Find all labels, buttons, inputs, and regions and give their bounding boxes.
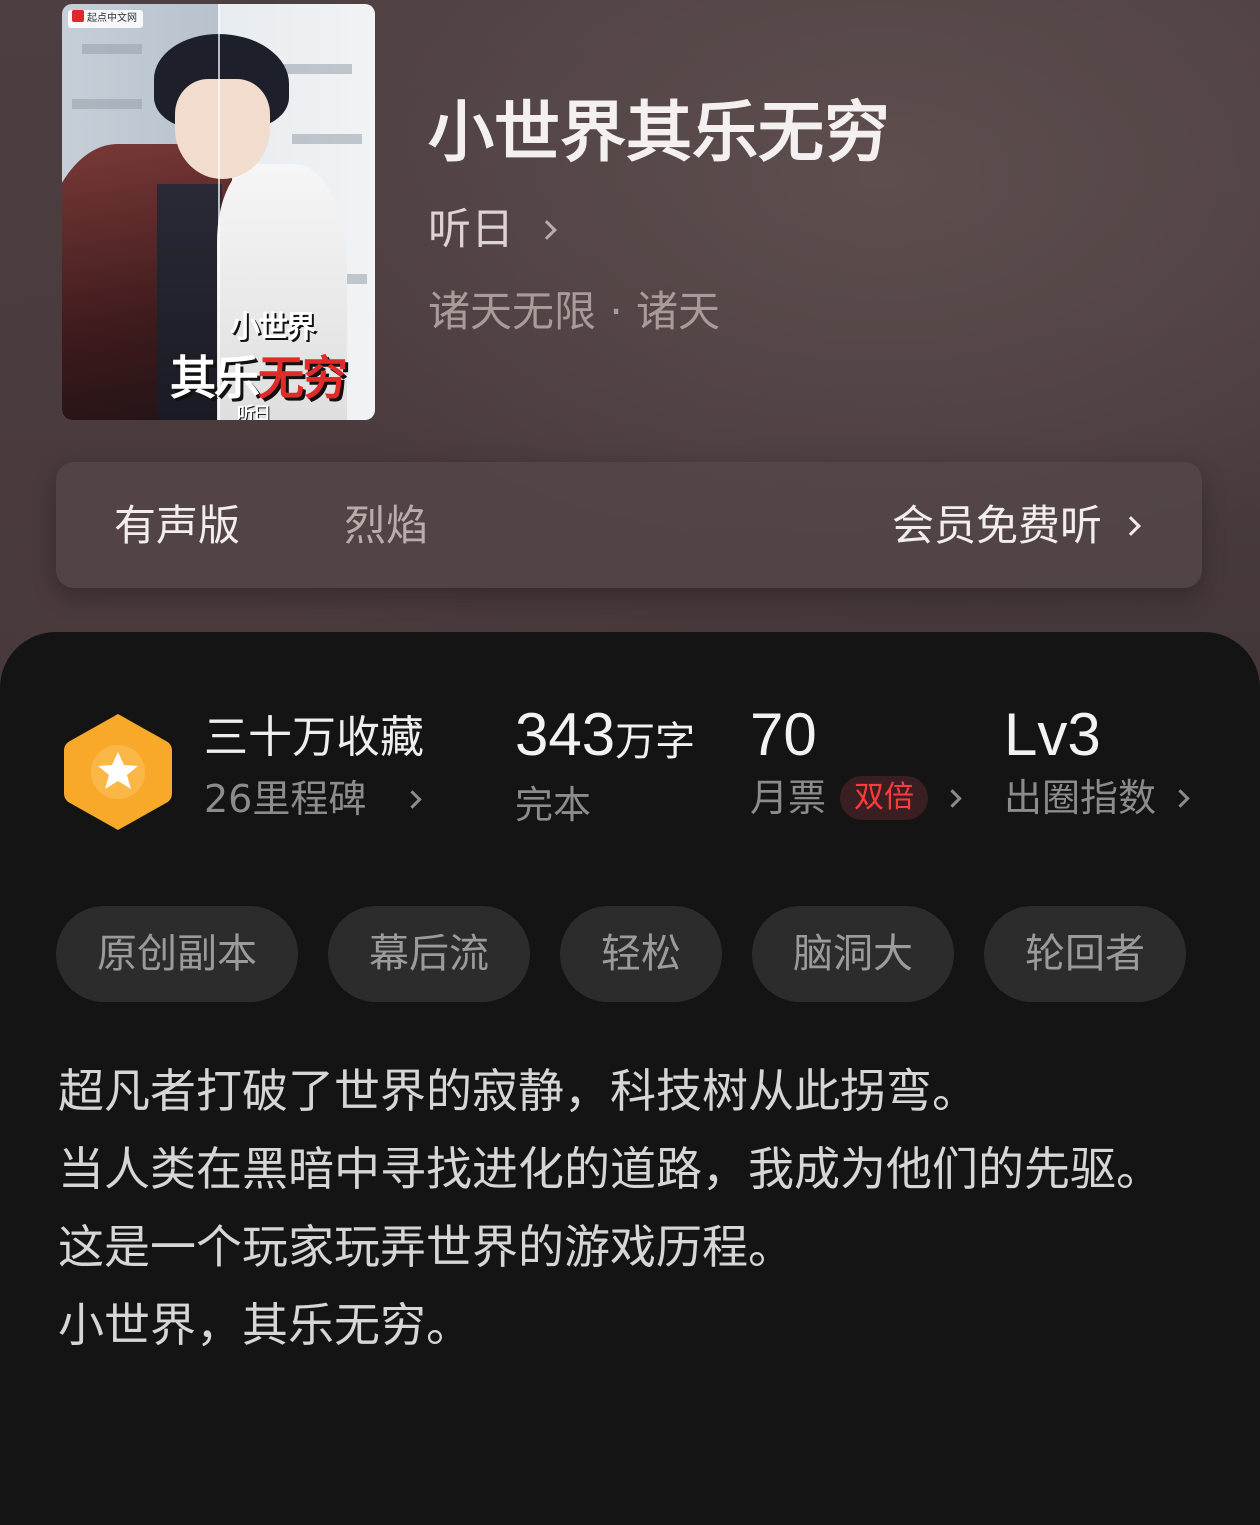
- popularity-index-stat[interactable]: Lv3 出圈指数: [1004, 700, 1190, 826]
- monthly-ticket-label: 月票: [750, 776, 827, 820]
- double-ticket-badge: 双倍: [840, 776, 929, 820]
- synopsis-line: 小世界，其乐无穷。: [58, 1298, 472, 1352]
- member-listen-button[interactable]: 会员免费听: [892, 498, 1141, 554]
- milestone-count: 26里程碑: [204, 777, 367, 821]
- chevron-right-icon: [403, 789, 423, 809]
- popularity-level: Lv3: [1004, 701, 1101, 768]
- popularity-index-label: 出圈指数: [1004, 776, 1157, 820]
- monthly-ticket-value: 70: [750, 701, 817, 768]
- tag-chip[interactable]: 脑洞大: [752, 906, 954, 1002]
- chevron-right-icon: [537, 220, 557, 240]
- chevron-right-icon: [943, 788, 962, 808]
- author-name: 听日: [428, 205, 514, 255]
- synopsis-line: 这是一个玩家玩弄世界的游戏历程。: [58, 1220, 794, 1274]
- completion-status: 完本: [515, 783, 592, 827]
- audiobook-label: 有声版: [114, 501, 241, 550]
- synopsis-line: 超凡者打破了世界的寂静，科技树从此拐弯。: [58, 1064, 978, 1118]
- word-count-value: 343: [515, 701, 616, 768]
- author-link[interactable]: 听日: [428, 200, 557, 260]
- book-genre: 诸天无限 · 诸天: [428, 287, 721, 336]
- collection-count: 三十万收藏: [204, 712, 424, 763]
- collection-milestone[interactable]: 三十万收藏 26里程碑: [204, 705, 424, 827]
- chevron-right-icon: [1121, 516, 1141, 536]
- audiobook-narrator: 烈焰: [344, 501, 429, 550]
- collection-medal-icon: [64, 714, 172, 830]
- book-synopsis[interactable]: 超凡者打破了世界的寂静，科技树从此拐弯。 当人类在黑暗中寻找进化的道路，我成为他…: [58, 1052, 1218, 1364]
- tag-chip[interactable]: 幕后流: [328, 906, 530, 1002]
- synopsis-line: 当人类在黑暗中寻找进化的道路，我成为他们的先驱。: [58, 1142, 1162, 1196]
- chevron-right-icon: [1171, 788, 1190, 808]
- word-count-unit: 万字: [615, 720, 696, 764]
- tag-chip[interactable]: 轻松: [560, 906, 722, 1002]
- tag-list: 原创副本 幕后流 轻松 脑洞大 轮回者: [56, 906, 1186, 1002]
- cover-title-line2: 其乐无穷: [170, 351, 348, 405]
- cover-title-line1: 小世界: [230, 310, 316, 345]
- cover-publisher-badge: 起点中文网: [68, 10, 143, 28]
- audiobook-bar[interactable]: 有声版 烈焰 会员免费听: [56, 462, 1202, 588]
- cover-author: 听日: [237, 404, 271, 420]
- tag-chip[interactable]: 轮回者: [984, 906, 1186, 1002]
- book-cover[interactable]: 起点中文网 小世界 其乐无穷 听日: [62, 4, 375, 420]
- monthly-ticket-stat[interactable]: 70 月票 双倍: [750, 700, 962, 826]
- word-count-stat: 343万字 完本: [515, 700, 695, 833]
- tag-chip[interactable]: 原创副本: [56, 906, 298, 1002]
- book-title: 小世界其乐无穷: [428, 93, 890, 171]
